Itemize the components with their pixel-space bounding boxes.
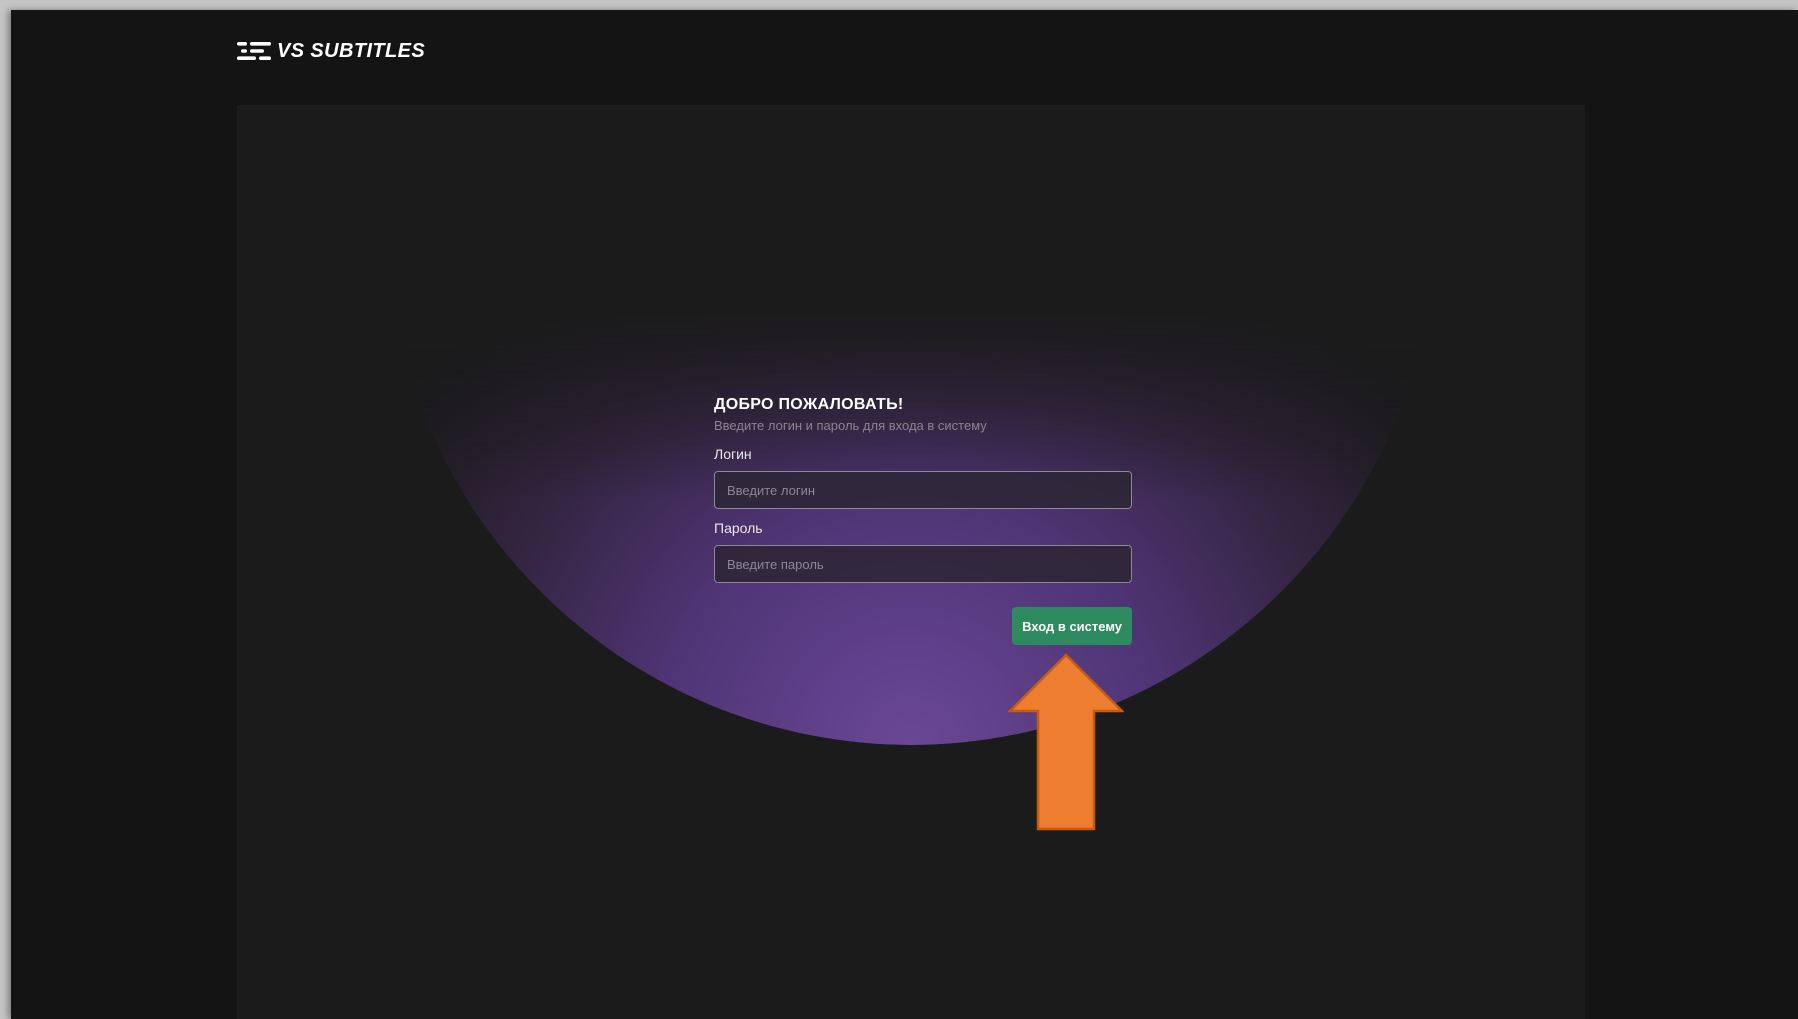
login-label: Логин [714, 446, 752, 462]
arrow-up-icon [1008, 653, 1124, 831]
login-panel: ДОБРО ПОЖАЛОВАТЬ! Введите логин и пароль… [237, 105, 1585, 1019]
password-input[interactable] [714, 545, 1132, 583]
password-label: Пароль [714, 520, 763, 536]
form-title: ДОБРО ПОЖАЛОВАТЬ! [714, 396, 904, 413]
app-window: VS SUBTITLES ДОБРО ПОЖАЛОВАТЬ! Введите л… [11, 10, 1798, 1019]
subtitles-lines-icon [237, 42, 271, 60]
brand-logo[interactable]: VS SUBTITLES [237, 38, 425, 64]
top-bar: VS SUBTITLES [11, 10, 1798, 105]
form-subtitle: Введите логин и пароль для входа в систе… [714, 418, 987, 433]
brand-name: VS SUBTITLES [277, 39, 426, 62]
login-input[interactable] [714, 471, 1132, 509]
login-form: ДОБРО ПОЖАЛОВАТЬ! Введите логин и пароль… [714, 394, 1132, 645]
login-button[interactable]: Вход в систему [1012, 607, 1132, 645]
form-actions: Вход в систему [714, 607, 1132, 645]
